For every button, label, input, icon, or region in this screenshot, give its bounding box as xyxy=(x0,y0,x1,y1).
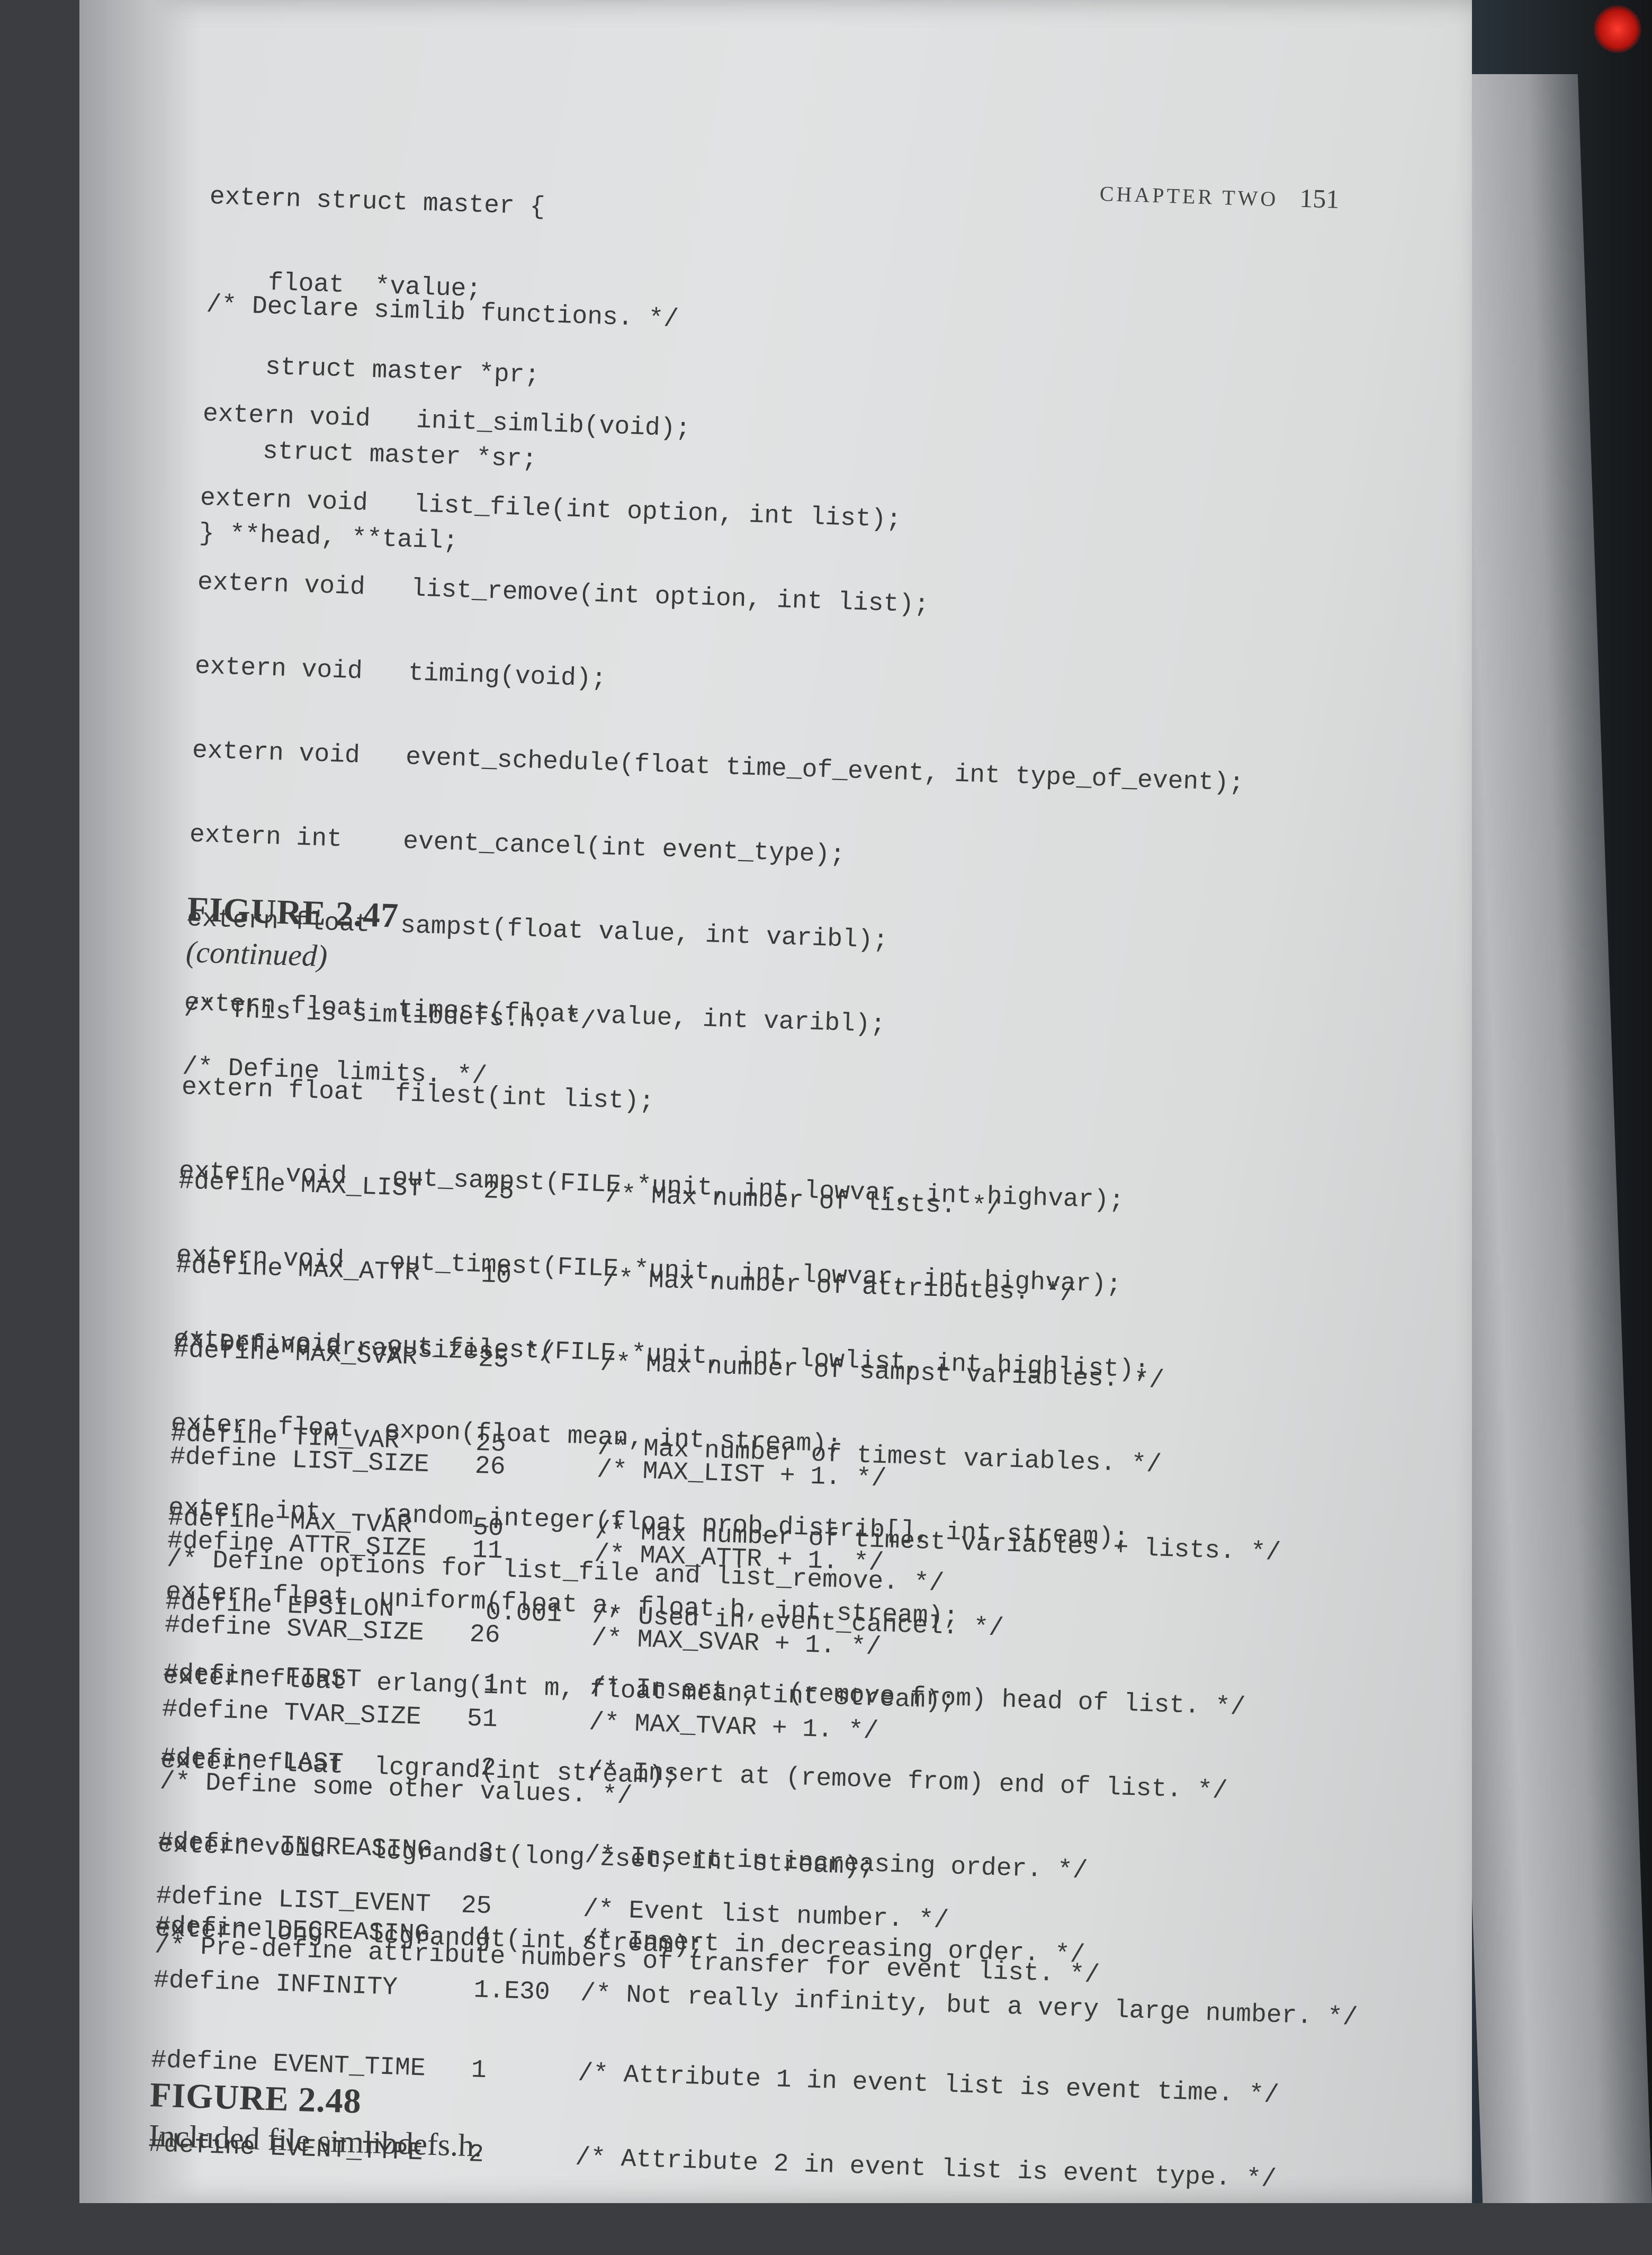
code-line: extern void list_file(int option, int li… xyxy=(200,484,902,535)
book-page: CHAPTER TWO 151 extern struct master { fl… xyxy=(79,0,1472,2203)
running-header: CHAPTER TWO 151 xyxy=(1099,176,1340,214)
page-number: 151 xyxy=(1299,183,1340,214)
page-content: CHAPTER TWO 151 extern struct master { fl… xyxy=(148,127,1493,2194)
code-line: #define MAX_ATTR 10 /* Max number of att… xyxy=(175,1251,1076,1309)
chapter-label: CHAPTER TWO xyxy=(1099,181,1279,211)
figure-2-48-caption: FIGURE 2.48 Included file simlibdefs.h. xyxy=(148,2075,484,2164)
code-line: extern void timing(void); xyxy=(194,652,607,694)
code-line: extern void list_remove(int option, int … xyxy=(197,568,930,620)
figure-2-47-caption: FIGURE 2.47 (continued) xyxy=(185,889,399,976)
figure-caption: (continued) xyxy=(185,934,328,973)
code-line: #define MAX_LIST 25 /* Max number of lis… xyxy=(178,1167,1002,1222)
code-line: extern void init_simlib(void); xyxy=(202,399,692,444)
code-line: #define LIST_SIZE 26 /* MAX_LIST + 1. */ xyxy=(169,1442,887,1494)
figure-label: FIGURE 2.47 xyxy=(186,890,400,935)
code-line: #define FIRST 1 /* Insert at (remove fro… xyxy=(163,1659,1246,1722)
red-light-glow xyxy=(1594,5,1641,53)
code-line: extern struct master { xyxy=(209,182,546,222)
code-line: extern void event_schedule(float time_of… xyxy=(192,736,1245,798)
code-line: extern int event_cancel(int event_type); xyxy=(189,820,846,870)
